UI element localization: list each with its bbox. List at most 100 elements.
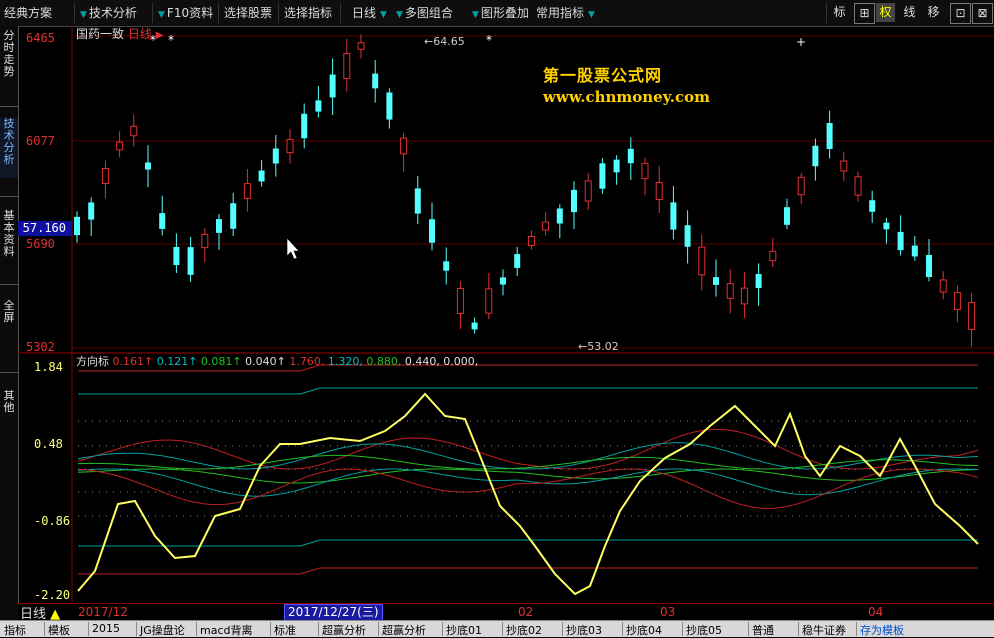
- menu-multi-chart[interactable]: ▼ 多图组合: [396, 4, 453, 21]
- candle-down: [258, 170, 265, 182]
- candle-down: [613, 159, 620, 173]
- grid-icon[interactable]: ⊞: [854, 3, 875, 24]
- price-axis-label: 6465: [26, 31, 55, 45]
- indicator-value: 0.000,: [439, 355, 479, 368]
- candle-up: [243, 183, 251, 199]
- candle-down: [571, 189, 577, 213]
- menu-classic-scheme[interactable]: 经典方案: [4, 4, 52, 21]
- candle-down: [883, 222, 890, 230]
- bottom-tab[interactable]: 2015: [92, 622, 120, 635]
- candle-down: [627, 148, 634, 164]
- price-axis-label: 5690: [26, 237, 55, 251]
- indicator-axis-label: -2.20: [34, 588, 71, 602]
- tab-separator: [856, 622, 857, 636]
- candlestick-series: [74, 34, 976, 347]
- tab-separator: [622, 622, 623, 636]
- candle-down: [684, 225, 691, 247]
- tab-separator: [798, 622, 799, 636]
- candle-down: [926, 254, 932, 278]
- menu-select-stock[interactable]: 选择股票: [224, 4, 272, 21]
- chart-title: 国药一致 日线 ▶: [76, 25, 163, 42]
- candle-down: [372, 73, 379, 89]
- candle-down: [187, 247, 194, 275]
- indicator-value: 0.121↑: [153, 355, 198, 368]
- candle-down: [74, 216, 80, 236]
- candle-down: [471, 322, 478, 330]
- candle-up: [485, 288, 493, 314]
- period-name: 日线: [127, 27, 152, 41]
- indicator-value: 0.040↑: [241, 355, 286, 368]
- candle-down: [514, 254, 521, 268]
- star-marker: *: [168, 33, 174, 47]
- indicator-lines: [77, 364, 979, 596]
- indicator-value: 0.440,: [401, 355, 440, 368]
- menu-select-indicator[interactable]: 选择指标: [284, 4, 332, 21]
- menu-period[interactable]: 日线 ▼: [352, 4, 389, 21]
- indicator-value: 1.320,: [324, 355, 363, 368]
- candle-up: [769, 250, 777, 262]
- candle-up: [968, 302, 976, 330]
- candle-down: [443, 261, 450, 271]
- candle-down: [216, 219, 222, 233]
- chart-area[interactable]: * * * +: [0, 26, 994, 603]
- menu-tech-analysis[interactable]: ▼ 技术分析: [80, 4, 137, 21]
- menu-separator: [278, 3, 279, 23]
- menu-overlay[interactable]: ▼ 图形叠加: [472, 4, 529, 21]
- indicator-value: 0.081↑: [197, 355, 242, 368]
- date-label: 02: [518, 605, 534, 619]
- candle-down: [556, 208, 563, 224]
- candle-down: [145, 162, 151, 170]
- plus-marker: +: [796, 35, 806, 49]
- high-annotation: ←64.65: [424, 35, 465, 48]
- candle-down: [869, 200, 876, 212]
- candle-up: [101, 167, 109, 185]
- rights-button[interactable]: 权: [876, 3, 895, 22]
- close-window-icon[interactable]: ⊠: [972, 3, 993, 24]
- mark-button[interactable]: 标: [830, 3, 849, 22]
- date-label: 03: [660, 605, 676, 619]
- line-button[interactable]: 线: [900, 3, 919, 22]
- cursor-date-label: 2017/12/27(三): [284, 604, 383, 621]
- tab-separator: [748, 622, 749, 636]
- candle-down: [812, 145, 819, 167]
- tab-separator: [442, 622, 443, 636]
- watermark-url: www.chnmoney.com: [543, 88, 710, 106]
- tab-separator: [378, 622, 379, 636]
- candle-up: [939, 279, 947, 293]
- date-axis: 2017/12 02 03 04: [18, 603, 994, 620]
- candle-down: [386, 92, 393, 120]
- menu-separator: [218, 3, 219, 23]
- candle-down: [670, 202, 677, 230]
- watermark-title: 第一股票公式网: [543, 66, 663, 85]
- move-button[interactable]: 移: [924, 3, 943, 22]
- tab-separator: [318, 622, 319, 636]
- indicator-axis-label: -0.86: [34, 514, 71, 528]
- candle-up: [641, 162, 649, 180]
- menu-separator: [152, 3, 153, 23]
- candle-down: [230, 203, 237, 229]
- candle-down: [897, 231, 904, 251]
- candle-up: [584, 180, 592, 202]
- menu-common-indicators[interactable]: 常用指标 ▼: [536, 4, 597, 21]
- candle-up: [357, 42, 365, 50]
- candle-up: [201, 233, 209, 249]
- menu-bar: 经典方案 ▼ 技术分析 ▼ F10资料 选择股票 选择指标 日线 ▼ ▼ 多图组合 ▼ 图…: [0, 0, 994, 27]
- window-icon[interactable]: ⊡: [950, 3, 971, 24]
- menu-f10[interactable]: ▼ F10资料: [158, 4, 213, 21]
- tab-separator: [562, 622, 563, 636]
- star-marker: *: [486, 33, 492, 47]
- envelope-line: [77, 428, 979, 470]
- candle-down: [784, 207, 790, 225]
- candle-up: [542, 221, 550, 231]
- tab-separator: [88, 622, 89, 636]
- menu-separator: [826, 3, 827, 23]
- expand-arrow-icon[interactable]: ▶: [156, 30, 164, 41]
- candle-up: [797, 176, 805, 196]
- band-line: [78, 539, 978, 547]
- candle-down: [755, 273, 762, 289]
- price-axis-label: 5302: [26, 340, 55, 354]
- stock-name: 国药一致: [76, 27, 125, 41]
- low-annotation: ←53.02: [578, 340, 619, 353]
- candle-up: [655, 182, 663, 200]
- tab-separator: [136, 622, 137, 636]
